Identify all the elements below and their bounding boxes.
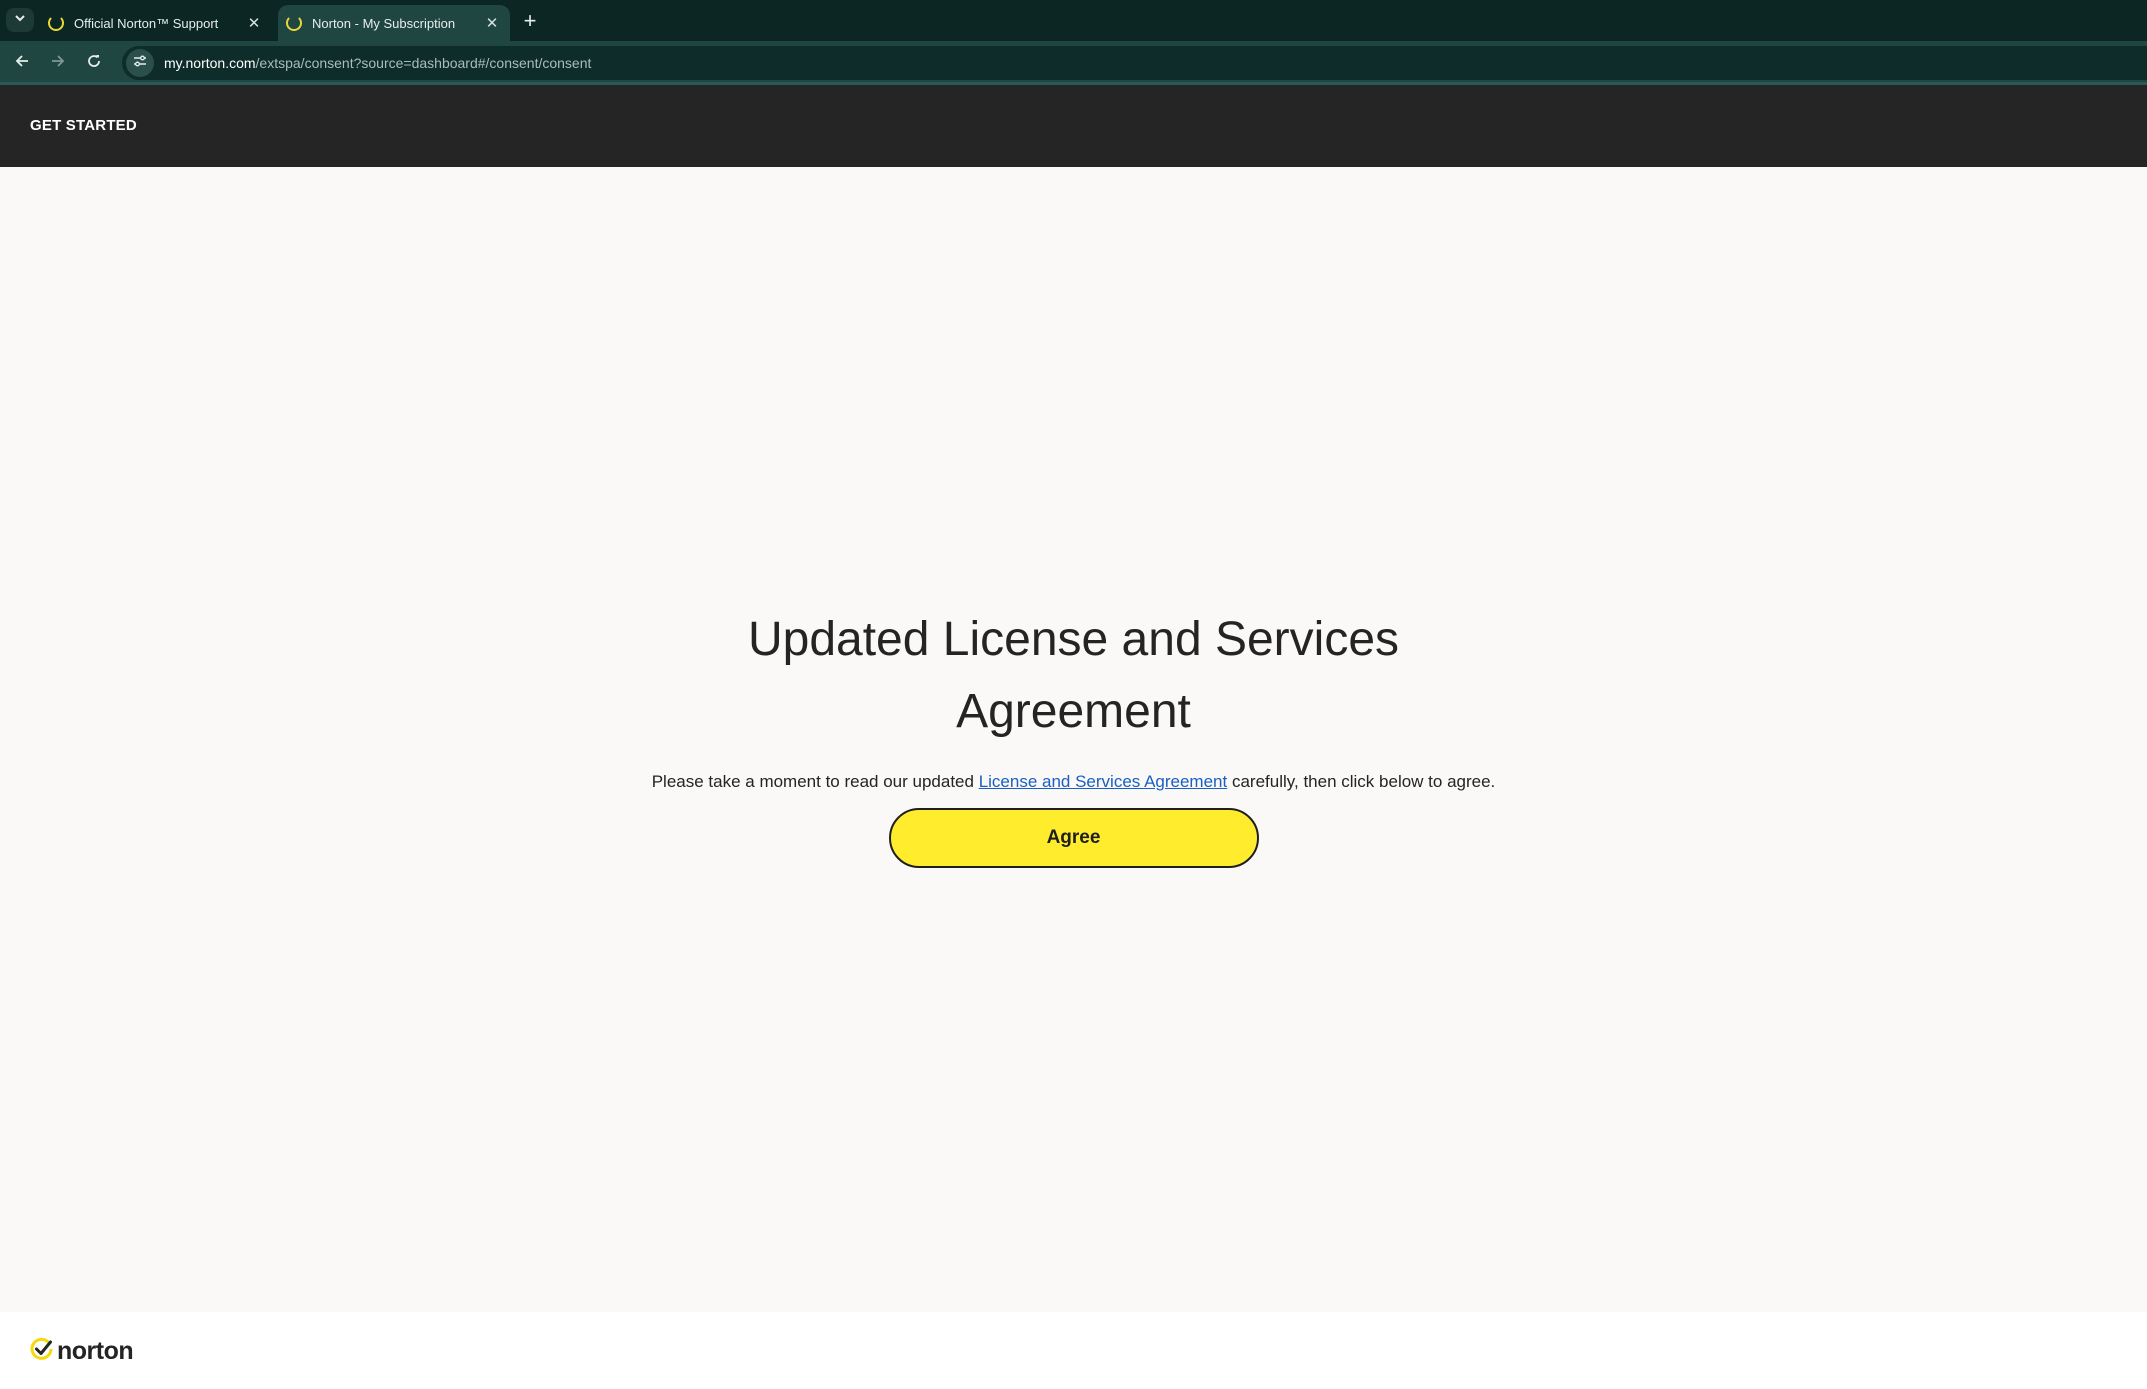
site-header: GET STARTED xyxy=(0,85,2147,167)
get-started-heading: GET STARTED xyxy=(30,117,137,134)
tab-search-button[interactable] xyxy=(6,8,34,32)
forward-button[interactable] xyxy=(44,49,72,77)
reload-icon xyxy=(86,53,102,74)
new-tab-button[interactable]: + xyxy=(516,8,544,34)
url-path: /extspa/consent?source=dashboard#/consen… xyxy=(255,55,592,71)
agreement-panel: Updated License and Services Agreement P… xyxy=(0,604,2147,868)
tab-norton-my-subscription[interactable]: Norton - My Subscription ✕ xyxy=(278,5,510,41)
close-icon[interactable]: ✕ xyxy=(480,11,504,35)
lead-text-before: Please take a moment to read our updated xyxy=(651,772,979,791)
page-title: Updated License and Services Agreement xyxy=(747,613,1400,738)
close-icon[interactable]: ✕ xyxy=(242,11,266,35)
reload-button[interactable] xyxy=(80,49,108,77)
url-host: my.norton.com xyxy=(164,55,256,71)
tab-title: Official Norton™ Support xyxy=(74,15,219,31)
license-agreement-link[interactable]: License and Services Agreement xyxy=(979,772,1228,791)
logo-wordmark: norton xyxy=(57,1337,134,1365)
loading-spinner-icon xyxy=(286,15,302,31)
tune-icon xyxy=(133,54,147,73)
norton-logo: norton xyxy=(30,1337,134,1366)
tab-official-norton-support[interactable]: Official Norton™ Support ✕ xyxy=(40,5,272,41)
site-info-button[interactable] xyxy=(126,49,154,77)
plus-icon: + xyxy=(523,8,537,33)
tab-title: Norton - My Subscription xyxy=(312,15,456,31)
lead-text-after: carefully, then click below to agree. xyxy=(1227,772,1496,791)
arrow-right-icon xyxy=(50,53,66,74)
checkmark-logo-icon xyxy=(30,1337,54,1366)
browser-toolbar: my.norton.com/extspa/consent?source=dash… xyxy=(0,41,2147,85)
url-text[interactable]: my.norton.com/extspa/consent?source=dash… xyxy=(164,55,591,71)
arrow-left-icon xyxy=(14,53,30,74)
site-footer: norton xyxy=(0,1312,2147,1389)
back-button[interactable] xyxy=(8,49,36,77)
agree-button[interactable]: Agree xyxy=(888,808,1259,868)
chevron-down-icon xyxy=(14,11,26,29)
address-bar[interactable]: my.norton.com/extspa/consent?source=dash… xyxy=(122,46,2147,80)
agreement-description: Please take a moment to read our updated… xyxy=(0,772,2147,792)
browser-tab-strip: Official Norton™ Support ✕ Norton - My S… xyxy=(0,0,2147,41)
loading-spinner-icon xyxy=(48,15,64,31)
main-content: Updated License and Services Agreement P… xyxy=(0,167,2147,1312)
